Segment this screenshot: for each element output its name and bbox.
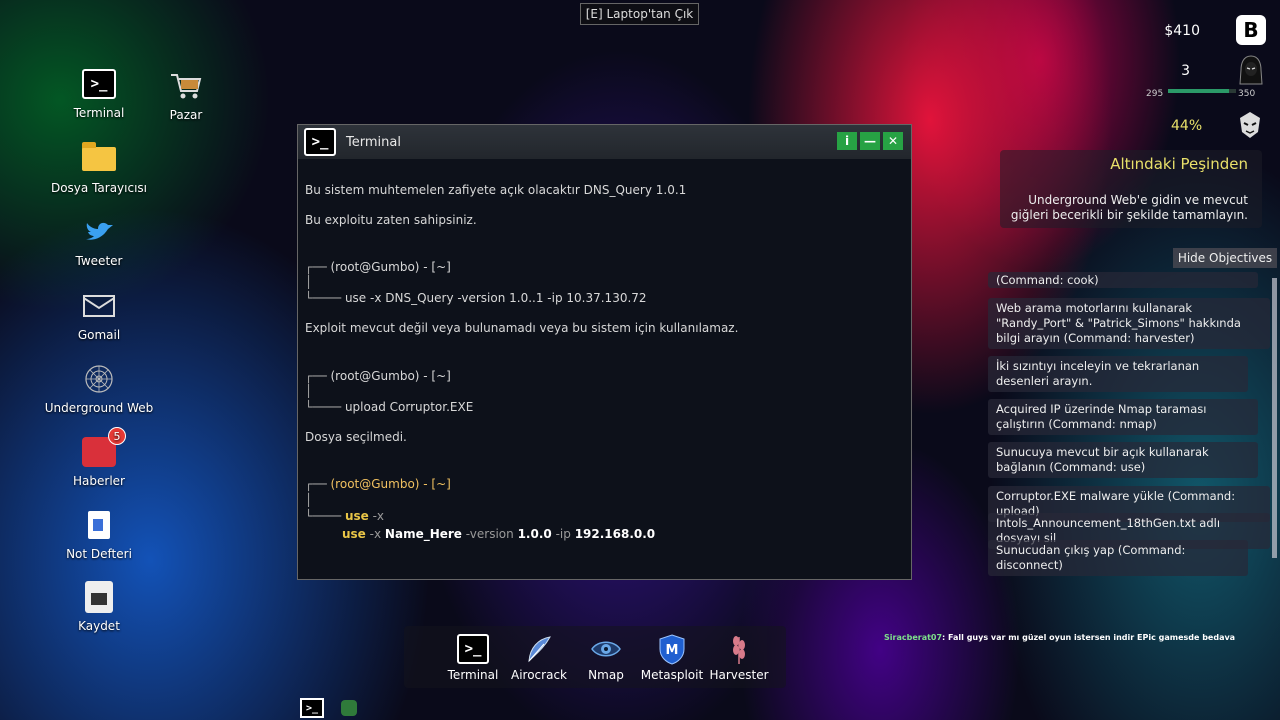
desktop-icon-label: Dosya Tarayıcısı [50,181,148,195]
dock-label: Nmap [588,668,624,682]
close-button[interactable]: ✕ [883,132,903,150]
chat-text: : Fall guys var mı güzel oyun istersen i… [942,633,1236,642]
news-icon: 5 [82,427,126,467]
eye-icon [590,634,622,664]
hide-objectives-button[interactable]: Hide Objectives [1173,248,1277,268]
output-line: Exploit mevcut değil veya bulunamadı vey… [305,321,739,335]
web-icon [81,363,117,395]
dock-label: Metasploit [640,668,704,682]
desktop-icon-pazar[interactable]: Pazar [131,70,241,122]
brand-logo-icon: B [1236,15,1266,45]
command-hint: use -x Name_Here -version 1.0.0 -ip 192.… [342,527,656,541]
taskbar-terminal-icon[interactable]: >_ [300,698,324,718]
task-item: İki sızıntıyı inceleyin ve tekrarlanan d… [988,356,1248,392]
save-icon [85,581,113,613]
notepad-icon [88,511,110,539]
terminal-titlebar[interactable]: >_ Terminal i — ✕ [298,125,911,159]
wheat-icon [723,634,755,664]
desktop-icon-news[interactable]: 5 Haberler [44,427,154,488]
terminal-output[interactable]: Bu sistem muhtemelen zafiyete açık olaca… [298,159,911,579]
tasks-scrollbar[interactable] [1272,278,1277,558]
dock-label: Harvester [709,668,769,682]
prompt-line: ┌── (root@Gumbo) - [~] [305,369,451,383]
output-line: Bu sistem muhtemelen zafiyete açık olaca… [305,183,687,197]
desktop-icon-label: Pazar [169,108,203,122]
objective-description: Underground Web'e gidin ve mevcut gi̇ğle… [1010,193,1248,222]
prompt-line: ┌── (root@Gumbo) - [~] [305,260,451,274]
chat-user: Siracberat07 [884,633,943,642]
xp-bar-fill [1168,89,1230,93]
task-item: Web arama motorlarını kullanarak "Randy_… [988,298,1270,349]
hacker-avatar-icon [1238,54,1264,90]
terminal-window[interactable]: >_ Terminal i — ✕ Bu sistem muhtemelen z… [297,124,912,580]
desktop-icon-gomail[interactable]: Gomail [44,290,154,342]
dock-label: Airocrack [511,668,567,682]
desktop-icon-label: Tweeter [75,254,123,268]
shield-icon: M [656,634,688,665]
tool-dock: >_ Terminal Airocrack Nmap M Metasploit … [404,626,786,688]
dock-metasploit[interactable]: M Metasploit [637,634,707,682]
terminal-title: Terminal [346,134,401,150]
terminal-icon: >_ [82,69,116,99]
dock-harvester[interactable]: Harvester [704,634,774,682]
taskbar-app-icon[interactable] [341,700,357,716]
command-line: └──── upload Corruptor.EXE [305,400,474,414]
output-line: Dosya seçilmedi. [305,430,407,444]
percent-display: 44% [1171,118,1203,134]
command-line: └──── use -x DNS_Query -version 1.0..1 -… [305,291,647,305]
desktop-icon-label: Kaydet [78,619,120,633]
desktop-icon-underground-web[interactable]: Underground Web [44,363,154,415]
folder-icon [82,142,116,171]
mask-icon [1236,110,1264,144]
task-item: Sunucuya mevcut bir açık kullanarak bağl… [988,442,1258,478]
desktop-icon-label: Not Defteri [66,547,132,561]
desktop-icon-tweeter[interactable]: Tweeter [44,216,154,268]
active-prompt-line: ┌── (root@Gumbo) - [~] [305,477,451,491]
dock-airocrack[interactable]: Airocrack [504,634,574,682]
task-item: Sunucudan çıkış yap (Command: disconnect… [988,540,1248,576]
desktop-icon-save[interactable]: Kaydet [44,581,154,633]
desktop-icon-label: Haberler [73,474,125,488]
terminal-icon: >_ [457,634,489,664]
mail-icon [83,295,115,317]
command-input[interactable]: └──── use -x [305,509,384,523]
dock-nmap[interactable]: Nmap [571,634,641,682]
feather-icon [523,634,555,664]
desktop-icon-label: Gomail [77,328,121,342]
objective-panel: Altındaki Peşinden Underground Web'e gid… [1000,150,1262,228]
tree-branch: │ [305,275,313,289]
info-button[interactable]: i [837,132,857,150]
dock-terminal[interactable]: >_ Terminal [438,634,508,682]
objective-title: Altındaki Peşinden [1110,155,1248,173]
xp-bar [1168,89,1236,93]
money-display: $410 [1164,23,1200,39]
xp-min: 295 [1146,89,1164,99]
dock-label: Terminal [447,668,499,682]
minimize-button[interactable]: — [860,132,880,150]
desktop-icon-notepad[interactable]: Not Defteri [44,509,154,561]
tree-branch: │ [305,493,313,507]
exit-laptop-hint: [E] Laptop'tan Çık [580,3,699,25]
xp-max: 350 [1238,89,1256,99]
task-item: Acquired IP üzerinde Nmap taraması çalış… [988,399,1258,435]
bird-icon [81,216,117,248]
cart-icon [168,70,204,102]
terminal-icon: >_ [304,128,336,156]
level-display: 3 [1181,63,1190,79]
notification-badge: 5 [108,427,126,445]
chat-message: Siracberat07: Fall guys var mı güzel oyu… [884,633,1235,642]
task-item: (Command: cook) [988,272,1258,288]
desktop-icon-label: Underground Web [44,401,154,415]
desktop-icon-file-browser[interactable]: Dosya Tarayıcısı [44,142,154,195]
tree-branch: │ [305,384,313,398]
output-line: Bu exploitu zaten sahipsiniz. [305,213,477,227]
svg-text:M: M [666,643,679,658]
